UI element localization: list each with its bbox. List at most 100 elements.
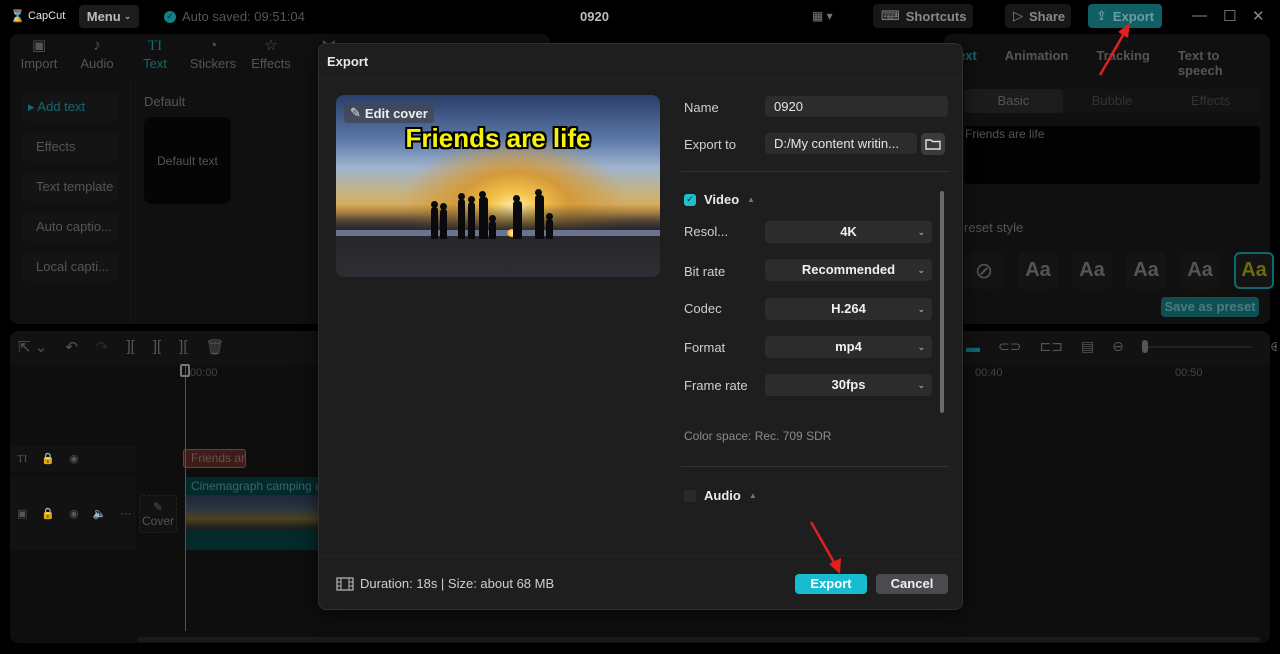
- maximize-icon[interactable]: ☐: [1223, 7, 1236, 25]
- eye-icon[interactable]: ◉: [69, 507, 79, 520]
- text-content-input[interactable]: Friends are life: [964, 126, 1260, 184]
- default-text-card[interactable]: Default text: [144, 117, 231, 204]
- export-dialog: Export Friends are life ✎ Edit cover Nam…: [318, 43, 963, 610]
- delete-icon[interactable]: 🗑: [206, 338, 225, 356]
- tab-audio[interactable]: ♪ Audio: [68, 36, 126, 76]
- tab-stickers[interactable]: ◔ Stickers: [184, 36, 242, 76]
- zoom-fit-icon[interactable]: ▤: [1081, 338, 1094, 355]
- export-button[interactable]: Export: [795, 574, 867, 594]
- export-top-button[interactable]: ⇪ Export: [1088, 4, 1162, 28]
- select-cursor-icon[interactable]: ⇱ ⌄: [18, 338, 47, 356]
- split-icon[interactable]: ][: [126, 338, 134, 356]
- codec-select[interactable]: H.264 ⌄: [765, 298, 932, 320]
- tab-text-to-speech[interactable]: Text to speech: [1178, 48, 1252, 78]
- folder-icon: [925, 139, 941, 150]
- preset-style-3[interactable]: Aa: [1126, 252, 1166, 289]
- chevron-down-icon: ⌄: [123, 11, 132, 21]
- text-track-icon: TI: [17, 452, 28, 465]
- bitrate-label: Bit rate: [684, 264, 726, 279]
- preset-style-2[interactable]: Aa: [1072, 252, 1112, 289]
- video-track-controls: ▣ 🔒 ◉ 🔈 ⋯: [17, 507, 131, 520]
- timeline-tools-left: ⇱ ⌄ ↶ ↷ ][ ][ ][ 🗑: [18, 338, 225, 356]
- text-clip[interactable]: Friends ar: [183, 449, 246, 468]
- magnet-snap-icon[interactable]: ▬: [966, 339, 980, 355]
- cancel-button[interactable]: Cancel: [876, 574, 948, 594]
- cover-button[interactable]: ✎ Cover: [139, 495, 177, 533]
- video-section-header[interactable]: ✓ Video ▲: [684, 192, 755, 207]
- share-label: Share: [1029, 8, 1066, 24]
- zoom-slider[interactable]: [1141, 339, 1252, 353]
- sidebar-item-auto-captions[interactable]: Auto captio...: [22, 213, 118, 241]
- sidebar-item-add-text[interactable]: ▸ Add text: [22, 93, 118, 121]
- edit-cover-button[interactable]: ✎ Edit cover: [344, 103, 434, 123]
- name-input[interactable]: 0920: [765, 96, 948, 117]
- cover-label: Cover: [141, 514, 174, 528]
- split-preview-icon[interactable]: ⊏⊐: [1039, 338, 1062, 355]
- zoom-slider-handle[interactable]: [1141, 339, 1148, 353]
- no-style-icon: ⊘: [974, 257, 994, 283]
- audio-section-header[interactable]: Audio ▲: [684, 488, 757, 503]
- tab-import[interactable]: ▣ Import: [10, 36, 68, 76]
- eye-icon[interactable]: ◉: [69, 452, 79, 465]
- edit-cover-label: Edit cover: [364, 105, 428, 121]
- tab-label: Stickers: [189, 56, 237, 71]
- segment-basic[interactable]: Basic: [964, 89, 1063, 113]
- lock-icon[interactable]: 🔒: [41, 452, 55, 465]
- bitrate-select[interactable]: Recommended ⌄: [765, 259, 932, 281]
- segment-bubble[interactable]: Bubble: [1063, 89, 1162, 113]
- minimize-icon[interactable]: —: [1192, 7, 1207, 24]
- export-summary: Duration: 18s | Size: about 68 MB: [336, 576, 554, 591]
- sidebar-item-local-captions[interactable]: Local capti...: [22, 253, 118, 281]
- audio-checkbox[interactable]: [684, 489, 696, 502]
- video-clip[interactable]: Cinemagraph camping a: [185, 477, 320, 550]
- tab-effects[interactable]: ☆ Effects: [242, 36, 300, 76]
- split-right-icon[interactable]: ][: [179, 338, 187, 356]
- audio-mute-icon[interactable]: 🔈: [93, 507, 107, 520]
- bitrate-value: Recommended: [801, 262, 896, 277]
- check-circle-icon: ✓: [164, 10, 176, 23]
- sidebar-item-effects[interactable]: Effects: [22, 133, 118, 161]
- collapse-caret-icon[interactable]: ▲: [747, 195, 755, 204]
- split-left-icon[interactable]: ][: [153, 338, 161, 356]
- share-button[interactable]: ▷ Share: [1005, 4, 1071, 28]
- close-icon[interactable]: ✕: [1252, 7, 1265, 25]
- video-checkbox[interactable]: ✓: [684, 193, 696, 206]
- segment-effects[interactable]: Effects: [1161, 89, 1260, 113]
- save-as-preset-button[interactable]: Save as preset: [1161, 297, 1259, 317]
- divider: [319, 555, 962, 556]
- layout-icon[interactable]: ▦ ▾: [812, 9, 833, 23]
- tab-text[interactable]: TI Text: [126, 36, 184, 76]
- export-to-label: Export to: [684, 137, 737, 152]
- chevron-down-icon: ⌄: [917, 304, 925, 314]
- preset-none[interactable]: ⊘: [964, 252, 1004, 289]
- resolution-select[interactable]: 4K ⌄: [765, 221, 932, 243]
- format-select[interactable]: mp4 ⌄: [765, 336, 932, 358]
- settings-scrollbar[interactable]: [940, 191, 944, 413]
- tab-animation[interactable]: Animation: [1005, 48, 1069, 78]
- lock-icon[interactable]: 🔒: [41, 507, 55, 520]
- redo-icon[interactable]: ↷: [96, 338, 109, 356]
- link-icon[interactable]: ⊂⊃: [998, 338, 1021, 355]
- menu-button[interactable]: Menu ⌄: [79, 5, 139, 28]
- text-content-value: Friends are life: [965, 127, 1045, 141]
- more-icon[interactable]: ⋯: [120, 507, 131, 520]
- preset-style-4[interactable]: Aa: [1180, 252, 1220, 289]
- zoom-out-icon[interactable]: ⊖: [1112, 338, 1124, 355]
- capcut-logo-icon: ⌛: [10, 9, 25, 23]
- cover-preview[interactable]: Friends are life ✎ Edit cover: [336, 95, 660, 277]
- playhead-handle[interactable]: [180, 364, 190, 377]
- undo-icon[interactable]: ↶: [65, 338, 78, 356]
- preset-style-5[interactable]: Aa: [1234, 252, 1274, 289]
- timeline-scrollbar[interactable]: [137, 637, 1260, 642]
- export-path-input[interactable]: D:/My content writin...: [765, 133, 917, 154]
- zoom-in-icon[interactable]: ⊕: [1270, 338, 1280, 355]
- collapse-caret-icon[interactable]: ▲: [749, 491, 757, 500]
- tab-tracking[interactable]: Tracking: [1096, 48, 1149, 78]
- sidebar-item-text-template[interactable]: Text template: [22, 173, 118, 201]
- playhead[interactable]: [185, 365, 186, 631]
- framerate-select[interactable]: 30fps ⌄: [765, 374, 932, 396]
- shortcuts-button[interactable]: ⌨ Shortcuts: [873, 4, 973, 28]
- browse-folder-button[interactable]: [921, 133, 945, 155]
- preset-style-1[interactable]: Aa: [1018, 252, 1058, 289]
- keyboard-icon: ⌨: [881, 8, 900, 23]
